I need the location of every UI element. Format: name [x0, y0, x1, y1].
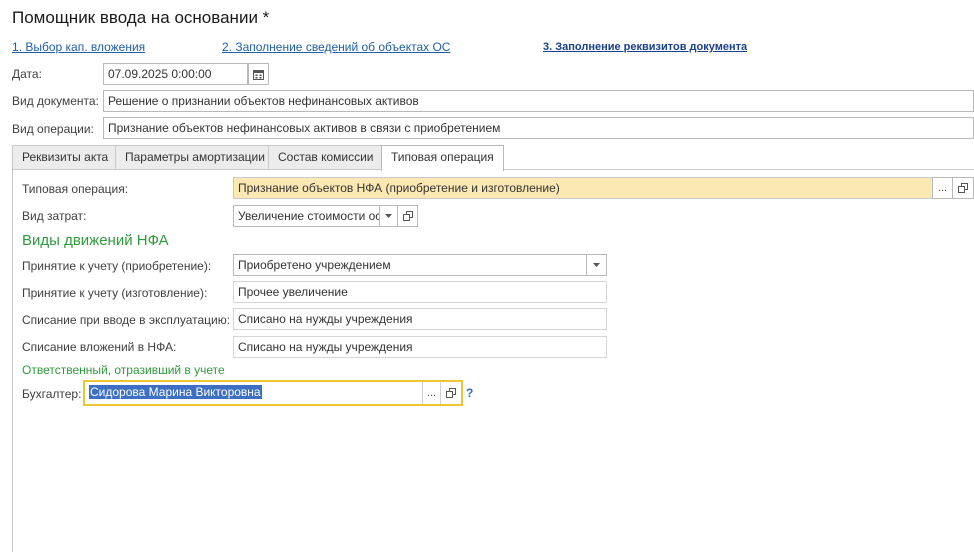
tab-depreciation[interactable]: Параметры амортизации: [115, 145, 275, 170]
writeoff-commission-field[interactable]: Списано на нужды учреждения: [233, 308, 607, 330]
typical-op-field[interactable]: Признание объектов НФА (приобретение и и…: [233, 177, 932, 199]
typical-op-select-button[interactable]: ...: [932, 177, 953, 199]
accept-purchase-dropdown-button[interactable]: [586, 254, 607, 276]
responsible-section-title: Ответственный, отразивший в учете: [22, 363, 225, 377]
cost-type-label: Вид затрат:: [22, 209, 87, 223]
cost-type-open-button[interactable]: [398, 205, 418, 227]
tab-act-details[interactable]: Реквизиты акта: [12, 145, 119, 170]
step-3-link[interactable]: 3. Заполнение реквизитов документа: [543, 41, 747, 53]
accept-purchase-field[interactable]: Приобретено учреждением: [233, 254, 586, 276]
help-icon[interactable]: ?: [466, 386, 473, 400]
cost-type-field[interactable]: Увеличение стоимости ос: [233, 205, 379, 227]
accountant-value: Сидорова Марина Викторовна: [89, 385, 262, 399]
ellipsis-icon: ...: [426, 387, 437, 399]
date-field[interactable]: 07.09.2025 0:00:00: [103, 63, 248, 85]
doc-type-label: Вид документа:: [12, 94, 99, 108]
operation-field[interactable]: Признание объектов нефинансовых активов …: [103, 117, 974, 139]
calendar-icon: [253, 69, 264, 80]
dropdown-arrow-icon: [593, 263, 600, 267]
accountant-field[interactable]: Сидорова Марина Викторовна: [85, 382, 422, 404]
ellipsis-icon: ...: [937, 182, 948, 194]
accountant-label: Бухгалтер:: [22, 387, 82, 401]
open-form-icon: [446, 388, 456, 398]
writeoff-commission-label: Списание при вводе в эксплуатацию:: [22, 313, 231, 327]
accountant-open-button[interactable]: [440, 382, 461, 404]
accountant-field-frame: Сидорова Марина Викторовна ...: [83, 380, 463, 406]
panel-border: [12, 170, 13, 552]
tab-commission[interactable]: Состав комиссии: [268, 145, 384, 170]
window-title: Помощник ввода на основании *: [12, 8, 270, 27]
operation-label: Вид операции:: [12, 122, 94, 136]
date-label: Дата:: [12, 67, 42, 81]
writeoff-invest-label: Списание вложений в НФА:: [22, 340, 177, 354]
cost-type-dropdown-button[interactable]: [379, 205, 398, 227]
writeoff-invest-field[interactable]: Списано на нужды учреждения: [233, 336, 607, 358]
tab-typical-operation[interactable]: Типовая операция: [381, 145, 504, 171]
accept-purchase-label: Принятие к учету (приобретение):: [22, 259, 212, 273]
step-1-link[interactable]: 1. Выбор кап. вложения: [12, 40, 145, 54]
typical-op-open-button[interactable]: [953, 177, 974, 199]
dropdown-arrow-icon: [385, 214, 392, 218]
typical-op-label: Типовая операция:: [22, 182, 129, 196]
step-2-link[interactable]: 2. Заполнение сведений об объектах ОС: [222, 40, 450, 54]
accept-make-label: Принятие к учету (изготовление):: [22, 286, 208, 300]
open-form-icon: [958, 183, 968, 193]
accountant-select-button[interactable]: ...: [422, 382, 440, 404]
movements-section-title: Виды движений НФА: [22, 232, 169, 249]
accept-make-field[interactable]: Прочее увеличение: [233, 281, 607, 303]
open-form-icon: [402, 211, 413, 221]
doc-type-field[interactable]: Решение о признании объектов нефинансовы…: [103, 90, 974, 112]
calendar-button[interactable]: [248, 63, 269, 85]
